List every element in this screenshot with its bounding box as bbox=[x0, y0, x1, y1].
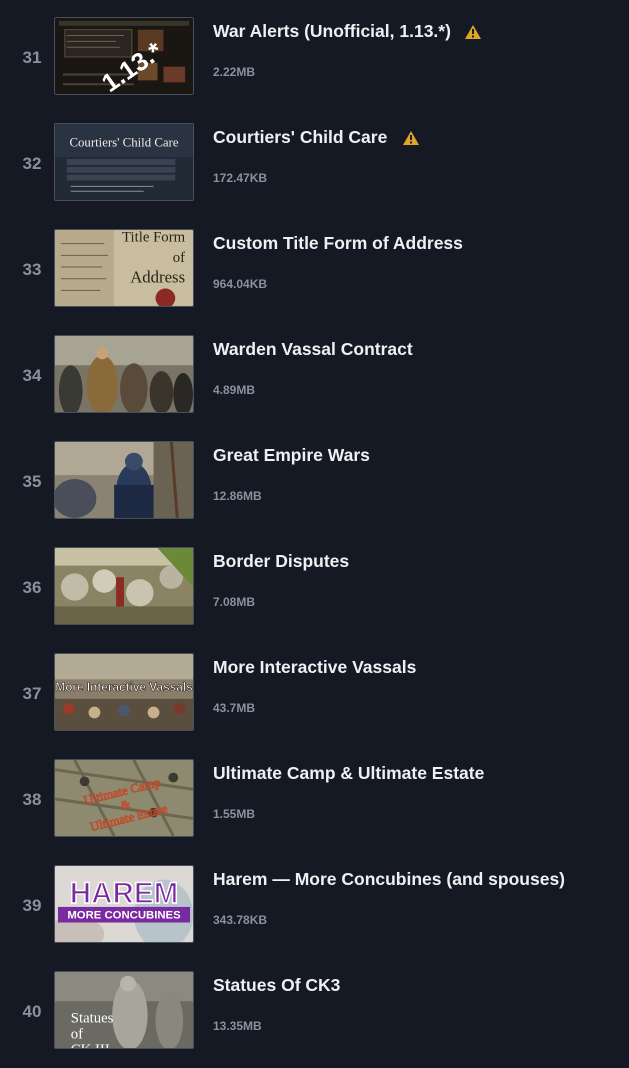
crowd-thumbnail[interactable]: More Interactive Vassals bbox=[54, 653, 194, 731]
mod-title[interactable]: Courtiers' Child Care bbox=[213, 127, 387, 148]
rank-number: 38 bbox=[22, 790, 42, 809]
thumb-caption: Courtiers' Child Care bbox=[69, 135, 178, 149]
rank-number: 36 bbox=[22, 578, 42, 597]
mod-row[interactable]: 40 Statues of CK III Statues Of CK3 13.3… bbox=[0, 954, 629, 1060]
file-size: 7.08MB bbox=[213, 595, 256, 609]
file-size: 4.89MB bbox=[213, 383, 256, 397]
parchment-thumbnail[interactable]: Title Form of Address bbox=[54, 229, 194, 307]
battle-thumbnail[interactable] bbox=[54, 547, 194, 625]
mod-row[interactable]: 33 Title Form of Address Custom Title Fo… bbox=[0, 212, 629, 318]
file-size: 1.55MB bbox=[213, 807, 256, 821]
mod-title[interactable]: Statues Of CK3 bbox=[213, 975, 340, 996]
rank-number: 31 bbox=[22, 48, 42, 67]
thumb-caption: HAREM bbox=[70, 877, 178, 910]
svg-text:Statues: Statues bbox=[71, 1011, 114, 1027]
mod-title[interactable]: Great Empire Wars bbox=[213, 445, 370, 466]
file-size: 2.22MB bbox=[213, 65, 256, 79]
mod-row[interactable]: 34 Warden Vassal Contract 4.89MB bbox=[0, 318, 629, 424]
file-size: 172.47KB bbox=[213, 171, 268, 185]
mod-title[interactable]: War Alerts (Unofficial, 1.13.*) bbox=[213, 21, 451, 42]
thumb-subcaption: MORE CONCUBINES bbox=[67, 910, 181, 922]
mod-title[interactable]: Ultimate Camp & Ultimate Estate bbox=[213, 763, 484, 784]
mod-row[interactable]: 36 Border Disputes 7.08MB bbox=[0, 530, 629, 636]
file-size: 343.78KB bbox=[213, 913, 268, 927]
rank-number: 33 bbox=[22, 260, 42, 279]
mod-row[interactable]: 37 More Interactive Vassals More Interac… bbox=[0, 636, 629, 742]
child-care-thumbnail[interactable]: Courtiers' Child Care bbox=[54, 123, 194, 201]
file-size: 13.35MB bbox=[213, 1019, 262, 1033]
file-size: 43.7MB bbox=[213, 701, 256, 715]
rank-number: 39 bbox=[22, 896, 42, 915]
file-size: 964.04KB bbox=[213, 277, 268, 291]
rank-number: 34 bbox=[22, 366, 42, 385]
warning-icon bbox=[464, 24, 481, 39]
mod-title[interactable]: More Interactive Vassals bbox=[213, 657, 416, 678]
thumb-caption: More Interactive Vassals bbox=[55, 681, 193, 694]
svg-text:of: of bbox=[173, 250, 185, 266]
mod-row[interactable]: 32 Courtiers' Child Care Courtiers' Chil… bbox=[0, 106, 629, 212]
mod-title[interactable]: Harem — More Concubines (and spouses) bbox=[213, 869, 565, 890]
rank-number: 37 bbox=[22, 684, 42, 703]
warning-icon bbox=[403, 130, 420, 145]
mod-title[interactable]: Warden Vassal Contract bbox=[213, 339, 413, 360]
harem-thumbnail[interactable]: HAREM MORE CONCUBINES bbox=[54, 865, 194, 943]
svg-text:Address: Address bbox=[130, 268, 185, 287]
mod-row[interactable]: 39 HAREM MORE CONCUBINES Harem — More Co… bbox=[0, 848, 629, 954]
mod-title[interactable]: Custom Title Form of Address bbox=[213, 233, 463, 254]
mod-row[interactable]: 35 Great Empire Wars 12.86MB bbox=[0, 424, 629, 530]
war-alerts-thumbnail[interactable]: 1.13.* bbox=[54, 17, 194, 95]
rank-number: 35 bbox=[22, 472, 42, 491]
file-size: 12.86MB bbox=[213, 489, 262, 503]
svg-text:of: of bbox=[71, 1026, 83, 1042]
mod-row[interactable]: 38 Ultimate Camp & Ultimate Estate Ultim… bbox=[0, 742, 629, 848]
svg-text:Title Form: Title Form bbox=[122, 230, 186, 246]
svg-text:CK III: CK III bbox=[71, 1042, 110, 1048]
map-thumbnail[interactable]: Ultimate Camp & Ultimate Estate bbox=[54, 759, 194, 837]
mod-row[interactable]: 31 1.13.* War Alerts (Unofficial, 1.13.*… bbox=[0, 0, 629, 106]
rank-number: 32 bbox=[22, 154, 42, 173]
statue-thumbnail[interactable]: Statues of CK III bbox=[54, 971, 194, 1049]
mod-list: 31 1.13.* War Alerts (Unofficial, 1.13.*… bbox=[0, 0, 629, 1068]
knight-thumbnail[interactable] bbox=[54, 441, 194, 519]
mod-title[interactable]: Border Disputes bbox=[213, 551, 349, 572]
rank-number: 40 bbox=[22, 1002, 42, 1021]
painting-thumbnail[interactable] bbox=[54, 335, 194, 413]
